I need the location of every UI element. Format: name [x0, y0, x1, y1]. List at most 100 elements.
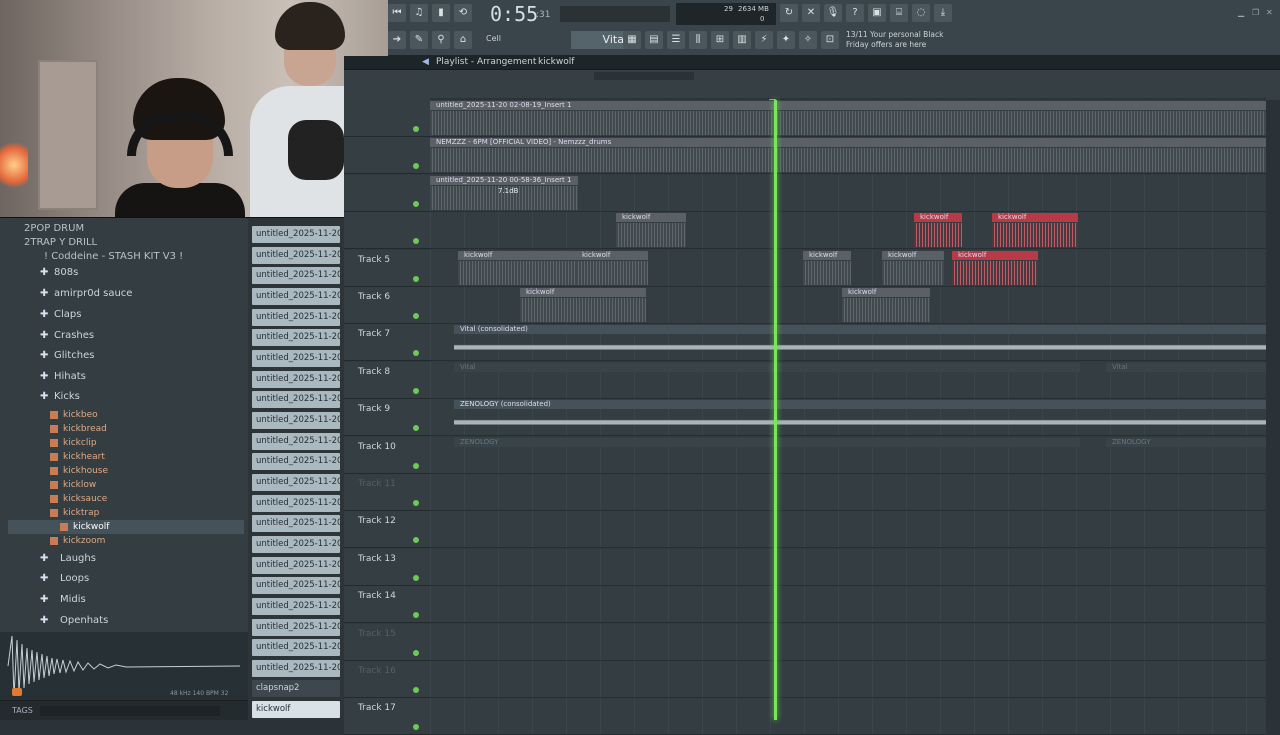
audio-clip[interactable]: NEMZZZ - 6PM [OFFICIAL VIDEO] - Nemzzz_d… — [430, 138, 1266, 173]
track-mute-led[interactable] — [413, 462, 419, 469]
vertical-scrollbar[interactable] — [1266, 100, 1280, 720]
picker-item[interactable]: untitled_2025-11-20 00- — [252, 267, 340, 284]
picker-item[interactable]: untitled_2025-11-20 00- — [252, 391, 340, 408]
audio-clip[interactable]: kickwolf — [882, 250, 944, 286]
track-mute-led[interactable] — [413, 126, 419, 132]
picker-item[interactable]: untitled_2025-11-20 00- — [252, 226, 340, 243]
track-lane[interactable] — [430, 548, 1266, 586]
sample-file[interactable]: kickzoom — [50, 534, 105, 548]
track-mute-led[interactable] — [413, 275, 419, 282]
audio-clip[interactable]: kickwolf — [520, 288, 646, 323]
track-header[interactable] — [344, 212, 430, 250]
browser-folder-glitches[interactable]: ✚ Glitches — [0, 345, 248, 366]
picker-item[interactable]: untitled_2025-11-20 00- — [252, 412, 340, 429]
audio-clip[interactable]: kickwolf — [914, 213, 962, 248]
sample-file[interactable]: kickhouse — [50, 464, 108, 478]
mixer-view-icon[interactable]: ⫼ — [689, 31, 707, 49]
browser-folder-loops[interactable]: ✚ Loops — [0, 568, 248, 589]
plugin-db-icon[interactable]: ⚡ — [755, 31, 773, 49]
download-icon[interactable]: ⤓ — [934, 4, 952, 22]
track-mute-led[interactable] — [413, 500, 419, 506]
snap-selector[interactable]: Cell — [486, 34, 501, 43]
sample-file[interactable]: kicktrap — [50, 506, 99, 520]
track-header[interactable]: Track 6 — [344, 287, 430, 324]
track-header[interactable]: Track 16 — [344, 661, 430, 698]
news-panel[interactable]: 13/11 Your personal Black Friday offers … — [846, 30, 956, 50]
picker-item[interactable]: untitled_2025-11-20 01- — [252, 495, 340, 512]
track-mute-led[interactable] — [413, 200, 419, 207]
track-lane[interactable] — [430, 661, 1266, 698]
mixer-icon[interactable]: ✕ — [802, 4, 820, 22]
maximize-icon[interactable]: ❐ — [1252, 8, 1259, 17]
audio-clip[interactable]: kickwolf — [803, 250, 851, 286]
playhead[interactable] — [774, 100, 777, 720]
picker-item[interactable]: untitled_2025-11-20 02- — [252, 639, 340, 656]
arrow-icon[interactable]: ➔ — [388, 31, 406, 49]
track-header[interactable]: Track 17 — [344, 698, 430, 735]
track-mute-led[interactable] — [413, 537, 419, 544]
channel-icon[interactable]: ⊞ — [711, 31, 729, 49]
audio-clip[interactable]: kickwolf — [992, 213, 1078, 248]
overview-scroll[interactable] — [594, 72, 694, 80]
track-header[interactable]: Track 11 — [344, 474, 430, 511]
browser-folder-hihats[interactable]: ✚ Hihats — [0, 366, 248, 387]
track-mute-led[interactable] — [413, 238, 419, 245]
playlist-icon[interactable]: ☰ — [667, 31, 685, 49]
time-display[interactable]: 0:55 — [490, 2, 538, 26]
picker-item[interactable]: untitled_2025-11-20 00- — [252, 433, 340, 450]
track-header[interactable]: Track 5 — [344, 249, 430, 287]
cart-icon[interactable]: ⊡ — [821, 31, 839, 49]
browser-folder-kicks[interactable]: ✚ Kicks — [0, 386, 248, 407]
audio-clip[interactable]: ZENOLOGY (consolidated) — [454, 400, 1266, 435]
pencil-icon[interactable]: ✎ — [410, 31, 428, 49]
track-header[interactable]: Track 15 — [344, 623, 430, 661]
step-seq-icon[interactable]: ▤ — [645, 31, 663, 49]
link-icon[interactable]: ⚲ — [432, 31, 450, 49]
audio-clip[interactable]: kickwolf — [616, 213, 686, 248]
picker-item[interactable]: untitled_2025-11-20 01- — [252, 474, 340, 491]
pattern-song-icon[interactable]: ♫ — [410, 4, 428, 22]
loop-icon[interactable]: ⟲ — [454, 4, 472, 22]
picker-item-selected[interactable]: kickwolf — [252, 701, 340, 718]
mic-icon[interactable]: 🎙 — [824, 4, 842, 22]
close-icon[interactable]: ✕ — [1266, 8, 1273, 17]
stamp-icon[interactable]: ⌂ — [454, 31, 472, 49]
track-lane[interactable] — [430, 212, 1266, 250]
picker-item[interactable]: clapsnap2 — [252, 680, 340, 697]
picker-item[interactable]: untitled_2025-11-20 00- — [252, 371, 340, 388]
picker-item[interactable]: untitled_2025-11-20 00- — [252, 309, 340, 326]
browser-folder-openhats[interactable]: ✚ Openhats — [0, 610, 248, 631]
picker-item[interactable]: untitled_2025-11-20 00- — [252, 350, 340, 367]
plugin-icon[interactable]: ⌸ — [890, 4, 908, 22]
audio-clip[interactable]: kickwolf — [842, 288, 930, 323]
audio-clip[interactable]: kickwolf — [576, 250, 648, 286]
audio-clip[interactable]: ZENOLOGY — [1106, 437, 1266, 473]
track-mute-led[interactable] — [413, 724, 419, 731]
track-header[interactable]: Track 8 — [344, 361, 430, 399]
track-mute-led[interactable] — [413, 387, 419, 394]
master-volume-slider[interactable] — [560, 6, 670, 22]
rewind-icon[interactable]: ⏮ — [388, 4, 406, 22]
picker-item[interactable]: untitled_2025-11-20 00- — [252, 247, 340, 264]
track-header[interactable]: Track 9 — [344, 399, 430, 437]
track-header[interactable] — [344, 100, 430, 137]
save-icon[interactable]: ▣ — [868, 4, 886, 22]
track-lane[interactable] — [430, 623, 1266, 661]
picker-item[interactable]: untitled_2025-11-20 01- — [252, 536, 340, 553]
picker-item[interactable]: untitled_2025-11-20 00- — [252, 329, 340, 346]
audio-clip[interactable]: Vital — [1106, 362, 1266, 398]
track-lane[interactable] — [430, 586, 1266, 624]
picker-item[interactable]: untitled_2025-11-20 00- — [252, 288, 340, 305]
sample-file[interactable]: kickheart — [50, 450, 105, 464]
browser-folder-amirpr0d[interactable]: ✚ amirpr0d sauce — [0, 283, 248, 304]
sample-file[interactable]: kicksauce — [50, 492, 107, 506]
minimize-icon[interactable]: ▁ — [1238, 8, 1244, 17]
chat-icon[interactable]: ◌ — [912, 4, 930, 22]
track-mute-led[interactable] — [413, 350, 419, 357]
track-header[interactable]: Track 12 — [344, 511, 430, 549]
wrench-icon[interactable]: ✧ — [799, 31, 817, 49]
track-header[interactable]: Track 13 — [344, 548, 430, 586]
track-header[interactable] — [344, 174, 430, 212]
track-mute-led[interactable] — [413, 649, 419, 656]
track-header[interactable]: Track 7 — [344, 324, 430, 362]
